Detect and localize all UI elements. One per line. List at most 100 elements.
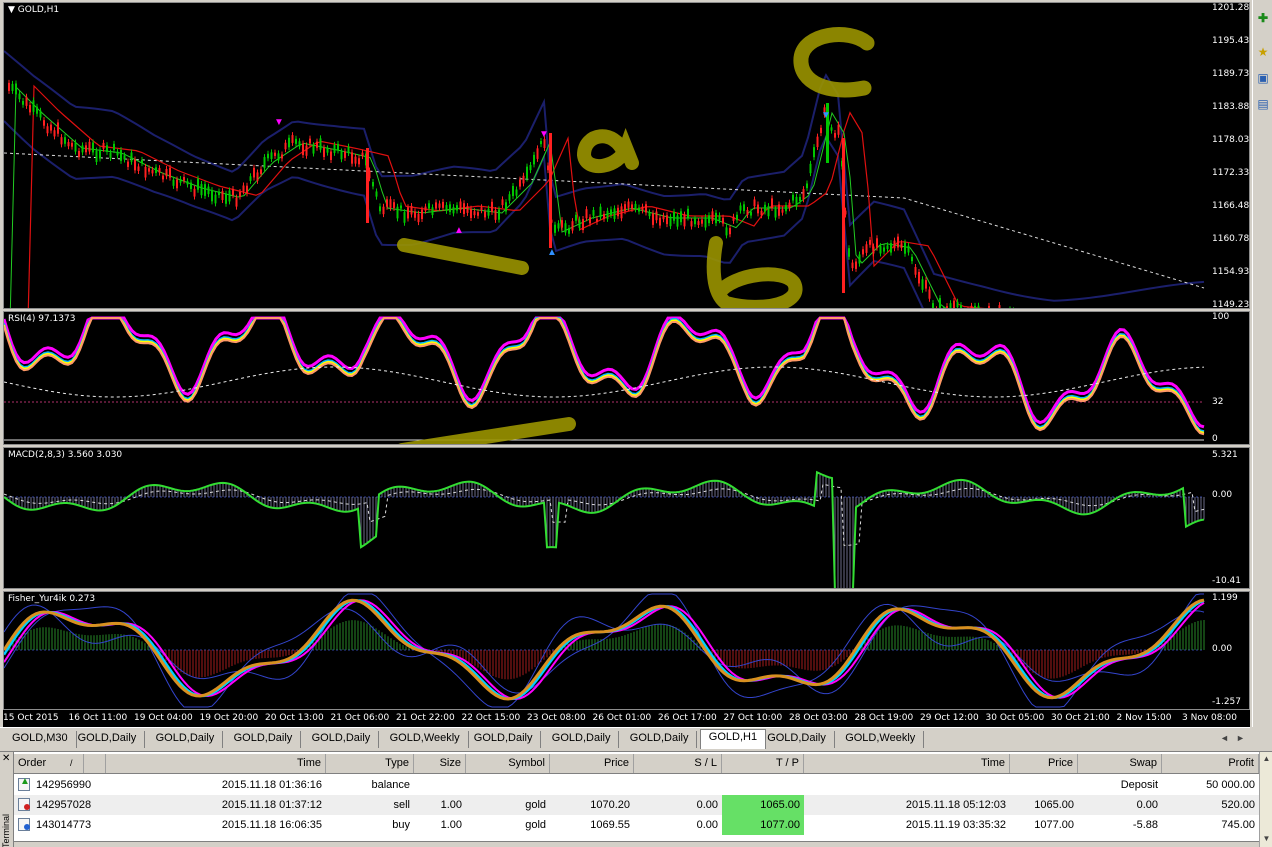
rsi-level-label: 0 [1212, 434, 1218, 444]
table-row[interactable]: 142957028 2015.11.18 01:37:12 sell 1.00 gold… [14, 795, 1259, 815]
macd-line [4, 470, 1205, 588]
fisher-label: Fisher_Yur4ik 0.273 [8, 594, 96, 604]
time-tick-label: 27 Oct 10:00 [723, 713, 783, 723]
cell-close_price: 1077.00 [1034, 819, 1074, 831]
cell-type: balance [371, 779, 410, 791]
chart-symbol-label: ▼ GOLD,H1 [8, 5, 59, 15]
chart-tab[interactable]: GOLD,Daily [466, 731, 542, 748]
cell-swap: 0.00 [1136, 799, 1158, 811]
rsi-level-label: 100 [1212, 312, 1230, 322]
table-row[interactable]: 143014773 2015.11.18 16:06:35 buy 1.00 gold 1… [14, 815, 1259, 835]
time-tick-label: 29 Oct 12:00 [920, 713, 979, 723]
cell-order: 143014773 [36, 819, 92, 831]
fisher-pane[interactable]: Fisher_Yur4ik 0.273 1.199 0.00 -1.257 [3, 591, 1250, 710]
price-tick-label: 1172.33 [1212, 168, 1250, 178]
chart-properties-icon[interactable]: ▣ [1255, 70, 1271, 86]
cell-time: 2015.11.18 16:06:35 [221, 819, 322, 831]
green-ma-line [9, 85, 948, 308]
favorite-star-icon[interactable]: ★ [1255, 44, 1271, 60]
cell-swap: Deposit [1120, 779, 1158, 791]
time-tick-label: 30 Oct 05:00 [985, 713, 1045, 723]
time-tick-label: 28 Oct 03:00 [789, 713, 848, 723]
signal-arrow-icon: ▼ [274, 117, 284, 128]
chart-tab[interactable]: GOLD,Daily [304, 731, 380, 748]
time-tick-label: 19 Oct 04:00 [134, 713, 193, 723]
column-header[interactable]: Order [14, 754, 106, 773]
fisher-level-label: 1.199 [1212, 593, 1238, 603]
fisher-level-label: -1.257 [1212, 697, 1242, 707]
macd-level-label: 0.00 [1212, 490, 1233, 500]
column-header[interactable]: Time [804, 754, 1010, 773]
annotation-c [793, 27, 875, 98]
trading-terminal-window: ▼ ▼ ▲ ▲ ▼ ▼ GOLD,H1 1201.28 1195.43 1189.73 118… [0, 0, 1272, 847]
column-header[interactable]: Swap [1078, 754, 1162, 773]
cell-tp: 1077.00 [722, 815, 804, 835]
annotation-a [576, 128, 639, 174]
terminal-tabs[interactable] [14, 841, 1259, 847]
price-tick-label: 1149.23 [1212, 300, 1250, 310]
cell-swap: -5.88 [1132, 819, 1158, 831]
price-pane[interactable]: ▼ ▼ ▲ ▲ ▼ ▼ GOLD,H1 1201.28 1195.43 1189.73 118… [3, 2, 1250, 310]
terminal-sidebar: ✕ Terminal [0, 752, 14, 847]
terminal-scrollbar[interactable]: ▲ ▼ [1259, 752, 1272, 847]
column-header[interactable]: Time [106, 754, 326, 773]
chart-tab[interactable]: GOLD,Daily [226, 731, 302, 748]
close-icon[interactable]: ✕ [2, 754, 10, 764]
macd-level-label: 5.321 [1212, 450, 1238, 460]
chart-window[interactable]: ▼ ▼ ▲ ▲ ▼ ▼ GOLD,H1 1201.28 1195.43 1189.73 118… [0, 0, 1250, 727]
chart-tab[interactable]: GOLD,Daily [759, 731, 835, 748]
chart-tab[interactable]: GOLD,Daily [148, 731, 224, 748]
chart-tab[interactable]: GOLD,Daily [544, 731, 620, 748]
cell-close_price [1010, 775, 1078, 795]
rsi-line [4, 316, 1205, 429]
price-tick-label: 1189.73 [1212, 69, 1250, 79]
macd-level-label: -10.41 [1212, 576, 1242, 586]
chart-tab[interactable]: GOLD,Daily [622, 731, 698, 748]
column-header[interactable]: S / L [634, 754, 722, 773]
chart-tab[interactable]: GOLD,Weekly [837, 731, 925, 748]
symbol-text: GOLD,H1 [17, 5, 60, 15]
annotation-dash [397, 238, 529, 275]
scroll-down-icon[interactable]: ▼ [1261, 834, 1272, 846]
cell-tp [722, 775, 804, 795]
tab-scroll-right-icon[interactable]: ► [1236, 733, 1245, 743]
signal-arrow-icon: ▲ [547, 247, 557, 258]
buy-icon [18, 818, 30, 831]
time-tick-label: 19 Oct 20:00 [199, 713, 259, 723]
column-header[interactable]: Price [1010, 754, 1078, 773]
price-tick-label: 1160.78 [1212, 234, 1250, 244]
price-tick-label: 1183.88 [1212, 102, 1250, 112]
cell-tp: 1065.00 [722, 795, 804, 815]
chart-tab[interactable]: GOLD,Weekly [382, 731, 469, 748]
cell-order: 142957028 [36, 799, 92, 811]
column-header[interactable]: Profit [1162, 754, 1259, 773]
time-tick-label: 3 Nov 08:00 [1182, 713, 1237, 723]
column-header[interactable]: Price [550, 754, 634, 773]
cell-sl [634, 775, 722, 795]
red-ma-line [27, 84, 986, 308]
sell-icon [18, 798, 30, 811]
macd-pane[interactable]: MACD(2,8,3) 3.560 3.030 5.321 0.00 -10.41 [3, 447, 1250, 589]
add-indicator-icon[interactable]: ✚ [1255, 10, 1271, 26]
template-icon[interactable]: ▤ [1255, 96, 1271, 112]
rsi-line [4, 317, 1205, 433]
table-header: Order Time Type Size Symbol Price S / LT / P Ti… [14, 754, 1259, 774]
column-header[interactable]: Type [326, 754, 414, 773]
table-row[interactable]: ▲ 142956990 2015.11.18 01:36:16 balance Depo… [14, 775, 1259, 795]
chart-tab[interactable]: GOLD,H1 [699, 729, 767, 749]
column-header[interactable]: Size [414, 754, 466, 773]
cell-type: buy [392, 819, 410, 831]
chart-tab[interactable]: GOLD,Daily [70, 731, 146, 748]
column-header[interactable]: T / P [722, 754, 804, 773]
tab-scroll-left-icon[interactable]: ◄ [1220, 733, 1229, 743]
scroll-up-icon[interactable]: ▲ [1261, 754, 1272, 766]
cell-size: 1.00 [440, 819, 462, 831]
chart-tab[interactable]: GOLD,M30 [4, 731, 77, 748]
cell-close_time: 2015.11.18 05:12:03 [905, 799, 1006, 811]
column-header[interactable]: Symbol [466, 754, 550, 773]
cell-size [414, 775, 466, 795]
sort-indicator-icon: / [70, 754, 84, 773]
dropdown-triangle-icon[interactable]: ▼ [8, 5, 18, 15]
rsi-pane[interactable]: RSI(4) 97.1373 100 32 0 [3, 311, 1250, 445]
cell-size: 1.00 [440, 799, 462, 811]
